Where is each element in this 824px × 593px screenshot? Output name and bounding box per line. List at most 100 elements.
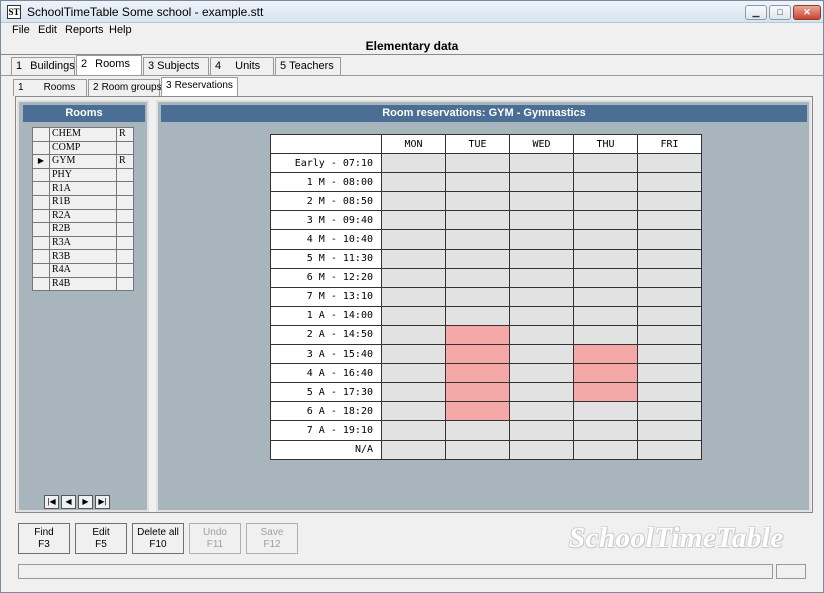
free-slot[interactable] <box>573 267 638 288</box>
free-slot[interactable] <box>381 363 446 384</box>
reserved-slot[interactable] <box>445 401 510 422</box>
free-slot[interactable] <box>637 267 702 288</box>
prev-record-icon[interactable]: ◀ <box>61 495 76 509</box>
free-slot[interactable] <box>381 439 446 460</box>
free-slot[interactable] <box>381 324 446 346</box>
free-slot[interactable] <box>509 305 574 326</box>
free-slot[interactable] <box>509 267 574 288</box>
free-slot[interactable] <box>637 363 702 384</box>
room-name[interactable]: COMP <box>49 140 117 156</box>
room-flag[interactable] <box>116 167 134 183</box>
free-slot[interactable] <box>381 401 446 422</box>
free-slot[interactable] <box>637 344 702 365</box>
free-slot[interactable] <box>573 305 638 326</box>
free-slot[interactable] <box>381 153 446 174</box>
free-slot[interactable] <box>445 229 510 250</box>
free-slot[interactable] <box>445 439 510 460</box>
menu-help[interactable]: Help <box>109 24 132 36</box>
free-slot[interactable] <box>509 439 574 460</box>
free-slot[interactable] <box>509 363 574 384</box>
free-slot[interactable] <box>573 210 638 231</box>
free-slot[interactable] <box>381 229 446 250</box>
room-name[interactable]: R4A <box>49 262 117 278</box>
tab-units[interactable]: 4 Units <box>210 57 274 75</box>
free-slot[interactable] <box>573 153 638 174</box>
table-row[interactable]: R1A <box>32 181 134 196</box>
free-slot[interactable] <box>381 305 446 326</box>
table-row[interactable]: PHY <box>32 167 134 183</box>
first-record-icon[interactable]: |◀ <box>44 495 59 509</box>
free-slot[interactable] <box>637 401 702 422</box>
minimize-icon[interactable]: ▁ <box>745 5 767 20</box>
undo-button[interactable]: Undo F11 <box>189 523 241 554</box>
free-slot[interactable] <box>445 286 510 307</box>
room-name[interactable]: R1B <box>49 194 117 210</box>
room-flag[interactable] <box>116 140 134 156</box>
room-name[interactable]: R2A <box>49 208 117 224</box>
free-slot[interactable] <box>637 172 702 193</box>
room-name[interactable]: PHY <box>49 167 117 183</box>
free-slot[interactable] <box>637 382 702 403</box>
free-slot[interactable] <box>637 153 702 174</box>
free-slot[interactable] <box>509 401 574 422</box>
free-slot[interactable] <box>573 191 638 212</box>
room-flag[interactable] <box>116 235 134 251</box>
next-record-icon[interactable]: ▶ <box>78 495 93 509</box>
free-slot[interactable] <box>445 210 510 231</box>
free-slot[interactable] <box>573 439 638 460</box>
reserved-slot[interactable] <box>573 382 638 403</box>
free-slot[interactable] <box>445 172 510 193</box>
table-row[interactable]: R1B <box>32 194 134 210</box>
room-flag[interactable] <box>116 262 134 278</box>
menu-reports[interactable]: Reports <box>65 24 104 36</box>
room-name[interactable]: R4B <box>49 276 117 292</box>
table-row[interactable]: CHEM R <box>32 127 134 142</box>
free-slot[interactable] <box>509 153 574 174</box>
free-slot[interactable] <box>445 191 510 212</box>
table-row[interactable]: COMP <box>32 140 134 156</box>
free-slot[interactable] <box>573 286 638 307</box>
edit-button[interactable]: Edit F5 <box>75 523 127 554</box>
room-flag[interactable]: R <box>116 127 134 142</box>
free-slot[interactable] <box>509 191 574 212</box>
reserved-slot[interactable] <box>445 344 510 365</box>
free-slot[interactable] <box>573 248 638 269</box>
room-name[interactable]: GYM <box>49 154 117 169</box>
free-slot[interactable] <box>637 191 702 212</box>
room-name[interactable]: R3A <box>49 235 117 251</box>
table-row[interactable]: R3B <box>32 249 134 264</box>
table-row[interactable]: R2A <box>32 208 134 224</box>
free-slot[interactable] <box>509 324 574 346</box>
save-button[interactable]: Save F12 <box>246 523 298 554</box>
reserved-slot[interactable] <box>445 324 510 346</box>
free-slot[interactable] <box>445 420 510 441</box>
delete-all-button[interactable]: Delete all F10 <box>132 523 184 554</box>
free-slot[interactable] <box>445 267 510 288</box>
free-slot[interactable] <box>381 286 446 307</box>
free-slot[interactable] <box>381 267 446 288</box>
menu-file[interactable]: File <box>12 24 30 36</box>
subtab-rooms[interactable]: 1 Rooms <box>13 79 87 96</box>
free-slot[interactable] <box>637 248 702 269</box>
reserved-slot[interactable] <box>573 344 638 365</box>
room-flag[interactable] <box>116 208 134 224</box>
free-slot[interactable] <box>381 210 446 231</box>
close-icon[interactable]: ✕ <box>793 5 821 20</box>
table-row[interactable]: R4A <box>32 262 134 278</box>
room-flag[interactable] <box>116 276 134 292</box>
table-row[interactable]: R2B <box>32 222 134 237</box>
room-flag[interactable] <box>116 222 134 237</box>
table-row[interactable]: ▶ GYM R <box>32 154 134 169</box>
free-slot[interactable] <box>637 305 702 326</box>
free-slot[interactable] <box>381 248 446 269</box>
room-flag[interactable]: R <box>116 154 134 169</box>
free-slot[interactable] <box>637 210 702 231</box>
maximize-icon[interactable]: □ <box>769 5 791 20</box>
tab-rooms[interactable]: 2 Rooms <box>76 55 142 75</box>
free-slot[interactable] <box>509 248 574 269</box>
free-slot[interactable] <box>509 172 574 193</box>
menu-edit[interactable]: Edit <box>38 24 57 36</box>
free-slot[interactable] <box>573 229 638 250</box>
room-flag[interactable] <box>116 181 134 196</box>
free-slot[interactable] <box>445 248 510 269</box>
